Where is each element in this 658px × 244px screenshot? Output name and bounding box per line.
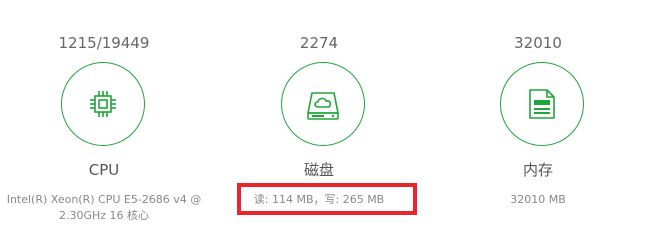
cpu-circle[interactable] (61, 62, 145, 146)
memory-description: 32010 MB (510, 193, 566, 206)
disk-label: 磁盘 (303, 161, 334, 179)
cpu-label: CPU (88, 161, 120, 179)
memory-panel: 32010 内存 32010 MB (458, 0, 638, 244)
disk-value: 2274 (299, 34, 339, 52)
cpu-chip-icon (90, 91, 116, 117)
memory-value: 32010 (514, 34, 562, 52)
disk-io-highlight-box (237, 183, 417, 215)
cpu-panel: 1215/19449 CPU Intel(R) Xeon(R) CPU E5-2… (0, 0, 208, 244)
memory-circle[interactable] (500, 62, 584, 146)
cloud-disk-icon (307, 92, 339, 120)
cpu-value: 1215/19449 (58, 34, 150, 52)
cpu-desc-line1: Intel(R) Xeon(R) CPU E5-2686 v4 @ (6, 193, 202, 206)
cpu-description: Intel(R) Xeon(R) CPU E5-2686 v4 @ 2.30GH… (0, 192, 208, 224)
memory-label: 内存 (522, 161, 553, 179)
disk-circle[interactable] (281, 62, 365, 146)
cpu-desc-line2: 2.30GHz 16 核心 (58, 209, 150, 222)
memory-document-icon (529, 89, 555, 119)
